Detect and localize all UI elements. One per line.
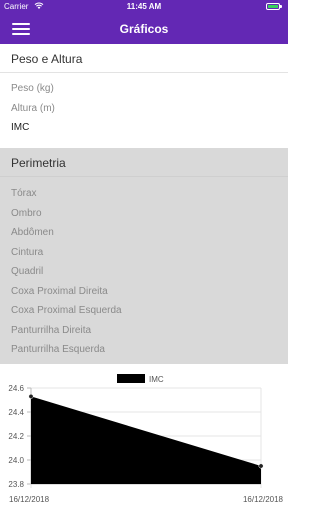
data-point <box>28 393 34 399</box>
section-title: Peso e Altura <box>11 52 83 66</box>
list-item[interactable]: Quadril <box>11 266 43 277</box>
section-peso-altura: Peso e Altura Peso (kg) Altura (m) IMC <box>0 44 288 148</box>
y-tick-label: 24.6 <box>8 384 24 393</box>
list-item[interactable]: Abdômen <box>11 227 54 238</box>
area-series-imc <box>31 396 261 484</box>
y-tick-label: 24.2 <box>8 432 24 441</box>
list-item[interactable]: Cintura <box>11 247 43 258</box>
data-point <box>258 463 264 469</box>
navigation-bar: Gráficos <box>0 14 288 44</box>
list-item[interactable]: Tórax <box>11 188 37 199</box>
section-perimetria: Perimetria Tórax Ombro Abdômen Cintura Quadr… <box>0 148 288 364</box>
status-time: 11:45 AM <box>126 2 162 11</box>
chart-svg: 24.6 24.4 24.2 24.0 23.8 16/12/2018 16/12/2018… <box>8 374 284 504</box>
legend-label: IMC <box>149 375 164 384</box>
list-item[interactable]: Panturrilha Direita <box>11 325 91 336</box>
divider <box>0 72 288 73</box>
status-bar: Carrier 11:45 AM <box>0 0 288 14</box>
list-item[interactable]: Peso (kg) <box>11 83 54 94</box>
list-item[interactable]: Coxa Proximal Esquerda <box>11 305 122 316</box>
battery-icon <box>266 3 282 10</box>
legend-swatch <box>117 374 145 383</box>
x-tick-label: 16/12/2018 <box>243 495 284 504</box>
list-item[interactable]: Altura (m) <box>11 103 55 114</box>
y-tick-label: 24.4 <box>8 408 24 417</box>
list-item[interactable]: Ombro <box>11 208 42 219</box>
list-item[interactable]: Coxa Proximal Direita <box>11 286 108 297</box>
x-tick-label: 16/12/2018 <box>9 495 50 504</box>
y-tick-label: 24.0 <box>8 456 24 465</box>
list-item[interactable]: IMC <box>11 122 29 133</box>
section-title: Perimetria <box>11 156 66 170</box>
page-title: Gráficos <box>119 22 169 36</box>
list-item[interactable]: Panturrilha Esquerda <box>11 344 105 355</box>
imc-chart: 24.6 24.4 24.2 24.0 23.8 16/12/2018 16/12/2018… <box>0 364 288 512</box>
divider <box>0 176 288 177</box>
y-tick-label: 23.8 <box>8 480 24 489</box>
